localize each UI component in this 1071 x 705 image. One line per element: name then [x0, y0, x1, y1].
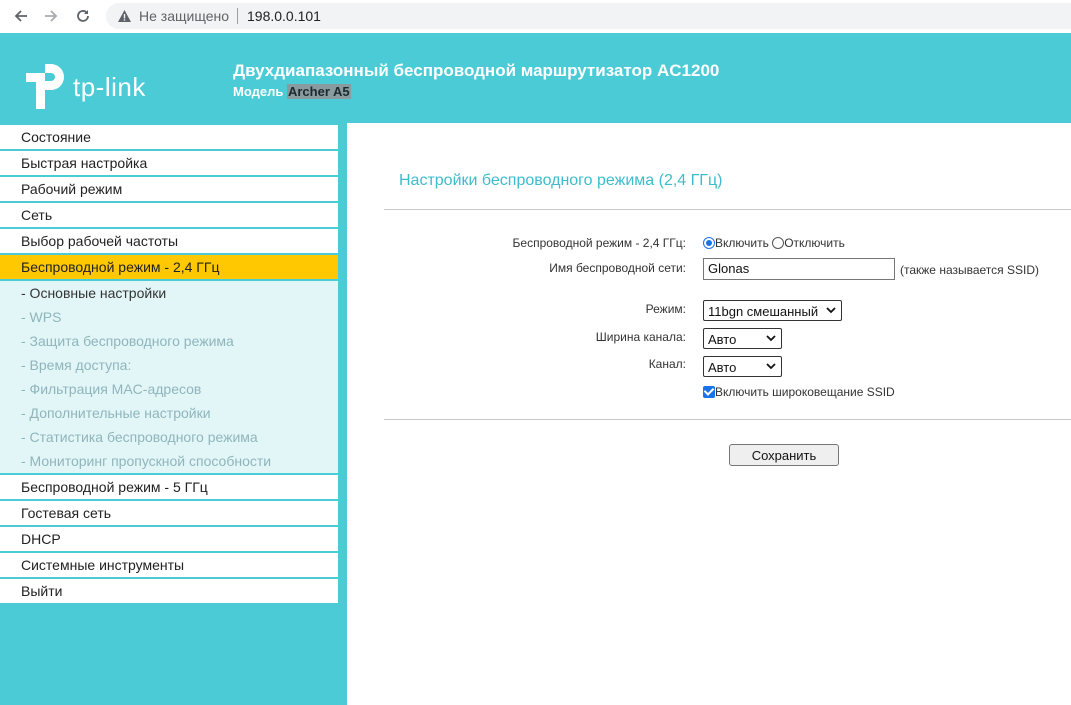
- mode-label: Режим:: [645, 302, 686, 316]
- save-button[interactable]: Сохранить: [729, 444, 839, 466]
- wireless-toggle: Включить Отключить: [703, 236, 845, 250]
- channel-value: Авто: [708, 359, 737, 375]
- enable-radio-label[interactable]: Включить: [715, 236, 769, 250]
- address-bar[interactable]: Не защищено 198.0.0.101: [106, 3, 1071, 29]
- url-text[interactable]: 198.0.0.101: [247, 8, 321, 24]
- submenu-item-6[interactable]: - Статистика беспроводного режима: [0, 425, 338, 449]
- main-content: Настройки беспроводного режима (2,4 ГГц)…: [347, 123, 1071, 705]
- sidebar-item-3[interactable]: Сеть: [0, 203, 338, 227]
- ssid-hint: (также называется SSID): [900, 263, 1039, 277]
- ssid-input[interactable]: Glonas: [703, 258, 895, 280]
- sidebar-item-4[interactable]: Выбор рабочей частоты: [0, 229, 338, 253]
- warning-icon[interactable]: [116, 8, 132, 24]
- channel-width-label: Ширина канала:: [595, 330, 686, 344]
- model-label: Модель: [233, 84, 284, 99]
- model-name: Archer A5: [286, 84, 351, 99]
- sidebar-item-after-1[interactable]: Гостевая сеть: [0, 501, 338, 525]
- disable-radio[interactable]: [772, 237, 785, 249]
- sidebar-item-after-4[interactable]: Выйти: [0, 579, 338, 603]
- mode-select-value: 11bgn смешанный: [708, 303, 819, 319]
- chevron-down-icon: [766, 335, 776, 342]
- submenu-item-3[interactable]: - Время доступа:: [0, 353, 338, 377]
- back-icon[interactable]: [8, 4, 34, 28]
- sidebar-item-wireless-24ghz[interactable]: Беспроводной режим - 2,4 ГГц: [0, 255, 338, 279]
- product-title: Двухдиапазонный беспроводной маршрутизат…: [233, 61, 720, 80]
- sidebar-item-after-2[interactable]: DHCP: [0, 527, 338, 551]
- tp-link-logo: tp-link: [22, 60, 162, 110]
- ssid-broadcast-row: Включить широковещание SSID: [703, 385, 895, 399]
- ssid-broadcast-checkbox[interactable]: [703, 386, 715, 398]
- security-status[interactable]: Не защищено: [139, 8, 229, 24]
- enable-radio[interactable]: [703, 237, 715, 249]
- chevron-down-icon: [766, 363, 776, 370]
- chevron-down-icon: [826, 307, 836, 314]
- sidebar-item-1[interactable]: Быстрая настройка: [0, 151, 338, 175]
- wireless-24ghz-submenu: - Основные настройки - WPS - Защита беспро…: [0, 281, 338, 473]
- forward-icon[interactable]: [38, 4, 64, 28]
- sidebar-item-after-3[interactable]: Системные инструменты: [0, 553, 338, 577]
- omnibox-separator: [237, 8, 238, 24]
- disable-radio-label[interactable]: Отключить: [784, 236, 845, 250]
- channel-width-value: Авто: [708, 331, 737, 347]
- top-divider: [384, 209, 1071, 210]
- ssid-broadcast-label[interactable]: Включить широковещание SSID: [715, 385, 895, 399]
- ssid-label: Имя беспроводной сети:: [549, 261, 686, 275]
- submenu-item-0[interactable]: - Основные настройки: [0, 281, 338, 305]
- sidebar: Состояние Быстрая настройка Рабочий режим С…: [0, 123, 347, 705]
- submenu-item-2[interactable]: - Защита беспроводного режима: [0, 329, 338, 353]
- router-header: tp-link Двухдиапазонный беспроводной мар…: [0, 33, 1071, 123]
- channel-width-select[interactable]: Авто: [703, 328, 782, 349]
- reload-icon[interactable]: [70, 4, 96, 28]
- bottom-divider: [384, 419, 1071, 420]
- sidebar-item-0[interactable]: Состояние: [0, 125, 338, 149]
- browser-toolbar: Не защищено 198.0.0.101: [0, 0, 1071, 33]
- sidebar-item-2[interactable]: Рабочий режим: [0, 177, 338, 201]
- channel-select[interactable]: Авто: [703, 356, 782, 377]
- sidebar-menu: Состояние Быстрая настройка Рабочий режим С…: [0, 125, 338, 605]
- sidebar-item-after-0[interactable]: Беспроводной режим - 5 ГГц: [0, 475, 338, 499]
- submenu-item-5[interactable]: - Дополнительные настройки: [0, 401, 338, 425]
- submenu-item-7[interactable]: - Мониторинг пропускной способности: [0, 449, 338, 473]
- wireless-mode-label: Беспроводной режим - 2,4 ГГц:: [512, 236, 686, 250]
- page-title: Настройки беспроводного режима (2,4 ГГц): [399, 172, 723, 189]
- mode-select[interactable]: 11bgn смешанный: [703, 300, 842, 321]
- tp-link-logo-mark: [26, 64, 64, 109]
- channel-label: Канал:: [648, 357, 686, 371]
- submenu-item-4[interactable]: - Фильтрация MAC-адресов: [0, 377, 338, 401]
- logo-text: tp-link: [73, 72, 146, 102]
- model-line: Модель Archer A5: [233, 84, 351, 99]
- submenu-item-1[interactable]: - WPS: [0, 305, 338, 329]
